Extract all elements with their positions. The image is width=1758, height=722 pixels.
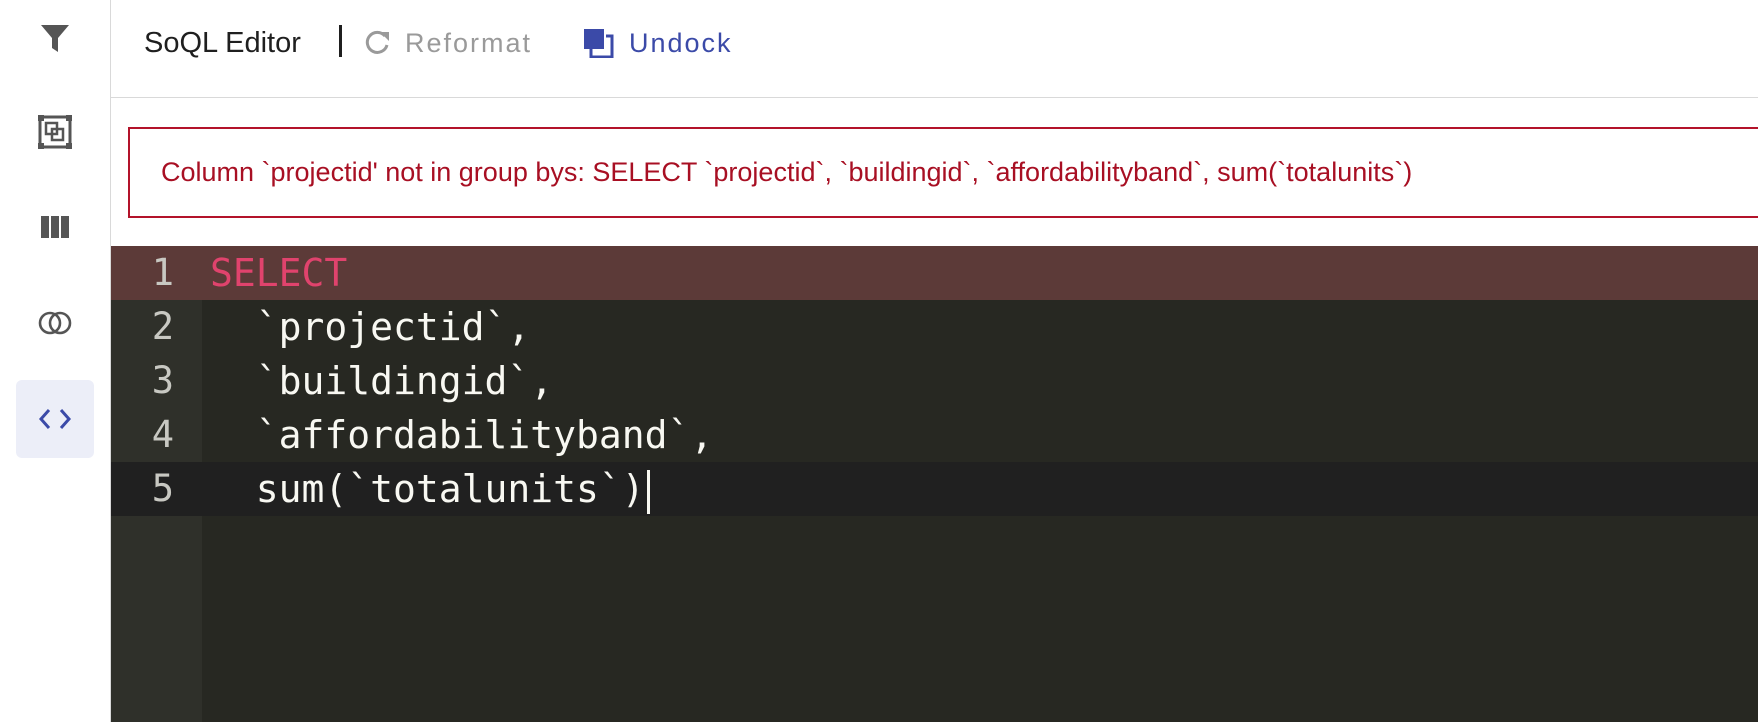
line-number: 2 — [151, 305, 174, 348]
undock-button[interactable]: Undock — [583, 24, 733, 62]
join-icon — [38, 311, 72, 335]
text-cursor — [646, 469, 650, 514]
line-code: `projectid`, — [210, 305, 531, 349]
line-code: `affordabilityband`, — [210, 413, 714, 457]
error-message-box: Column `projectid' not in group bys: SEL… — [128, 127, 1758, 218]
reformat-label: Reformat — [405, 27, 533, 58]
line-number: 3 — [151, 359, 174, 402]
filter-icon — [41, 25, 69, 52]
undock-label: Undock — [629, 27, 733, 58]
undock-icon — [584, 29, 614, 58]
code-editor[interactable]: 1 SELECT 2 `projectid`, 3 `buildingid`, … — [111, 246, 1758, 722]
line-number: 4 — [151, 413, 174, 456]
error-message: Column `projectid' not in group bys: SEL… — [161, 157, 1413, 187]
code-icon — [38, 409, 72, 429]
line-number: 5 — [151, 467, 174, 510]
main-panel: SoQL Editor Reformat Undock Column `proj… — [111, 0, 1758, 722]
editor-line[interactable]: 3 `buildingid`, — [111, 354, 1758, 408]
editor-line-active[interactable]: 5 sum(`totalunits`) — [111, 462, 1758, 516]
line-number: 1 — [151, 251, 174, 294]
refresh-icon — [365, 30, 389, 54]
editor-line[interactable]: 2 `projectid`, — [111, 300, 1758, 354]
sidebar-item-code[interactable] — [16, 380, 94, 458]
sidebar-item-filter[interactable] — [16, 0, 94, 78]
sidebar-item-group[interactable] — [16, 93, 94, 171]
line-code: sum(`totalunits`) — [210, 462, 650, 516]
editor-line[interactable]: 1 SELECT — [111, 246, 1758, 300]
sidebar-item-join[interactable] — [16, 284, 94, 362]
toolbar-divider — [339, 25, 342, 57]
columns-icon — [41, 216, 69, 238]
page-title: SoQL Editor — [144, 27, 301, 59]
editor-line[interactable]: 4 `affordabilityband`, — [111, 408, 1758, 462]
keyword-select: SELECT — [210, 251, 348, 295]
line-code: `buildingid`, — [210, 359, 554, 403]
line-code-text: sum(`totalunits`) — [210, 467, 645, 511]
line-code: SELECT — [210, 246, 347, 300]
reformat-button[interactable]: Reformat — [363, 24, 532, 62]
editor-toolbar: SoQL Editor Reformat Undock — [111, 0, 1758, 98]
sidebar-item-columns[interactable] — [16, 188, 94, 266]
group-icon — [38, 115, 72, 149]
sidebar — [0, 0, 111, 722]
